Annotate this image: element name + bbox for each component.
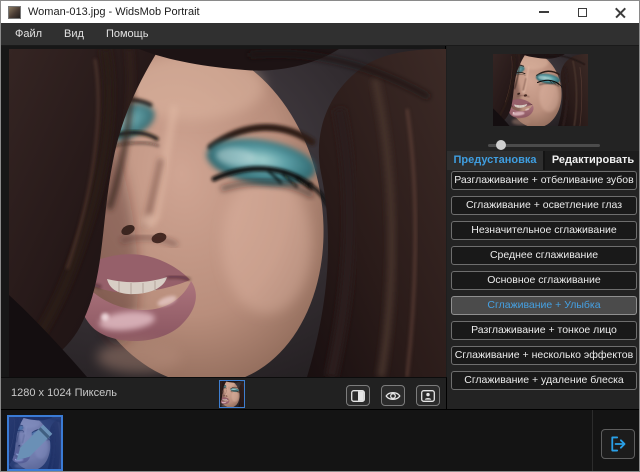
filmstrip-thumbnail[interactable] (7, 415, 63, 471)
filmstrip-divider (592, 410, 593, 472)
preset-smooth-thin-face[interactable]: Разглаживание + тонкое лицо (451, 321, 637, 340)
close-icon (615, 7, 626, 18)
maximize-icon (578, 8, 587, 17)
app-window: Woman-013.jpg - WidsMob Portrait Файл Ви… (0, 0, 640, 472)
portrait-detect-button[interactable] (416, 385, 440, 406)
close-button[interactable] (601, 1, 639, 23)
tab-edit[interactable]: Редактировать (543, 151, 640, 170)
tab-presets[interactable]: Предустановка (447, 151, 543, 170)
pencil-icon (8, 417, 60, 469)
image-dimensions: 1280 x 1024 Пиксель (11, 378, 117, 409)
eye-icon (385, 390, 401, 402)
status-bar: 1280 x 1024 Пиксель (1, 377, 447, 409)
panel-tabs: Предустановка Редактировать (447, 151, 640, 170)
preset-smooth-brighten-eyes[interactable]: Сглаживание + осветление глаз (451, 196, 637, 215)
main-photo (9, 49, 446, 377)
export-button[interactable] (601, 429, 635, 459)
filmstrip (1, 409, 639, 472)
preset-medium-smoothing[interactable]: Среднее сглаживание (451, 246, 637, 265)
status-thumbnail[interactable] (219, 380, 245, 408)
window-title: Woman-013.jpg - WidsMob Portrait (28, 6, 200, 18)
export-icon (608, 435, 628, 453)
menu-file[interactable]: Файл (7, 23, 50, 45)
maximize-button[interactable] (563, 1, 601, 23)
menu-help[interactable]: Помощь (98, 23, 157, 45)
minimize-button[interactable] (525, 1, 563, 23)
preset-smooth-multiple-effects[interactable]: Сглаживание + несколько эффектов (451, 346, 637, 365)
window-controls (525, 1, 639, 23)
right-panel: Предустановка Редактировать Разглаживани… (447, 46, 640, 409)
preset-smooth-remove-shine[interactable]: Сглаживание + удаление блеска (451, 371, 637, 390)
zoom-slider[interactable] (488, 139, 600, 151)
preview-thumbnail (493, 54, 588, 126)
preset-list: Разглаживание + отбеливание зубов Сглажи… (451, 171, 637, 396)
image-canvas (1, 46, 446, 377)
portrait-frame-icon (421, 390, 435, 402)
menu-view[interactable]: Вид (56, 23, 92, 45)
app-icon (8, 6, 21, 19)
preset-slight-smoothing[interactable]: Незначительное сглаживание (451, 221, 637, 240)
preset-smooth-whiten-teeth[interactable]: Разглаживание + отбеливание зубов (451, 171, 637, 190)
zoom-slider-handle[interactable] (496, 140, 506, 150)
titlebar: Woman-013.jpg - WidsMob Portrait (1, 1, 639, 23)
minimize-icon (539, 11, 549, 13)
compare-icon (351, 390, 365, 402)
preset-smoothing-smile[interactable]: Сглаживание + Улыбка (451, 296, 637, 315)
compare-view-button[interactable] (346, 385, 370, 406)
preview-original-button[interactable] (381, 385, 405, 406)
menubar: Файл Вид Помощь (1, 23, 639, 46)
preset-basic-smoothing[interactable]: Основное сглаживание (451, 271, 637, 290)
